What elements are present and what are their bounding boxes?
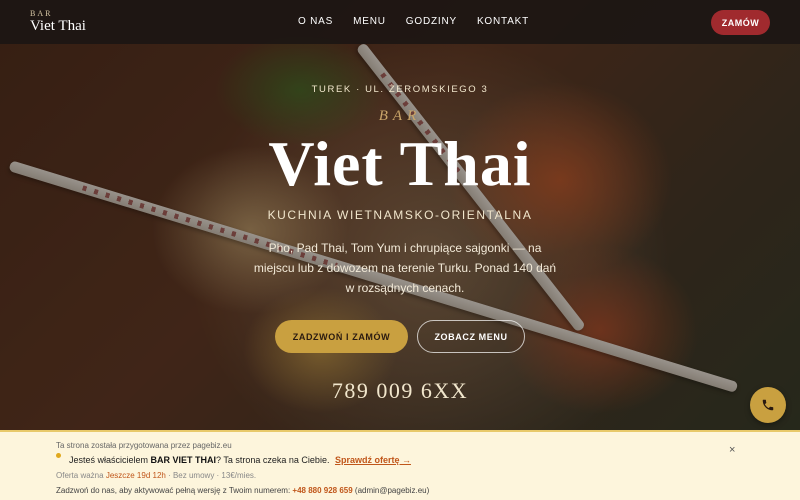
hero-address: TUREK · UL. ŻEROMSKIEGO 3: [311, 84, 489, 95]
contact-pre: Zadzwoń do nas, aby aktywować pełną wers…: [56, 486, 293, 495]
check-offer-link[interactable]: Sprawdź ofertę →: [335, 455, 411, 465]
offer-valid-pre: Oferta ważna: [56, 471, 106, 480]
banner-contact-line: Zadzwoń do nas, aby aktywować pełną wers…: [56, 486, 429, 495]
floating-call-button[interactable]: [750, 387, 786, 423]
hero-description: Pho, Pad Thai, Tom Yum i chrupiące sajgo…: [253, 241, 557, 295]
call-and-order-button[interactable]: ZADZWOŃ I ZAMÓW: [275, 320, 408, 353]
hero-phone-number[interactable]: 789 009 6XX: [0, 378, 800, 404]
banner-business-name: BAR VIET THAI: [150, 455, 217, 465]
banner-offer-validity: Oferta ważna Jeszcze 19d 12h · Bez umowy…: [56, 471, 256, 480]
see-menu-button[interactable]: ZOBACZ MENU: [417, 320, 525, 353]
offer-terms: · Bez umowy · 13€/mies.: [165, 471, 257, 480]
hero-title: Viet Thai: [268, 128, 532, 199]
offer-countdown: Jeszcze 19d 12h: [105, 471, 166, 480]
contact-email: (admin@pagebiz.eu): [352, 486, 430, 495]
hero-subtitle: KUCHNIA WIETNAMSKO-ORIENTALNA: [267, 208, 533, 222]
phone-icon: [762, 399, 774, 411]
hero-bar-label: BAR: [378, 108, 422, 124]
banner-owner-pre: Jesteś właścicielem: [69, 455, 151, 465]
banner-owner-question: Jesteś właścicielem BAR VIET THAI? Ta st…: [69, 455, 411, 465]
banner-prepared-by: Ta strona została przygotowana przez pag…: [56, 441, 232, 450]
contact-phone-link[interactable]: +48 880 928 659: [292, 486, 352, 495]
banner-owner-post: ? Ta strona czeka na Ciebie.: [216, 455, 330, 465]
close-icon[interactable]: ×: [729, 444, 735, 456]
status-dot-icon: [56, 453, 61, 458]
owner-offer-banner: Ta strona została przygotowana przez pag…: [0, 430, 800, 500]
hero-section: TUREK · UL. ŻEROMSKIEGO 3 BAR Viet Thai …: [0, 0, 800, 430]
